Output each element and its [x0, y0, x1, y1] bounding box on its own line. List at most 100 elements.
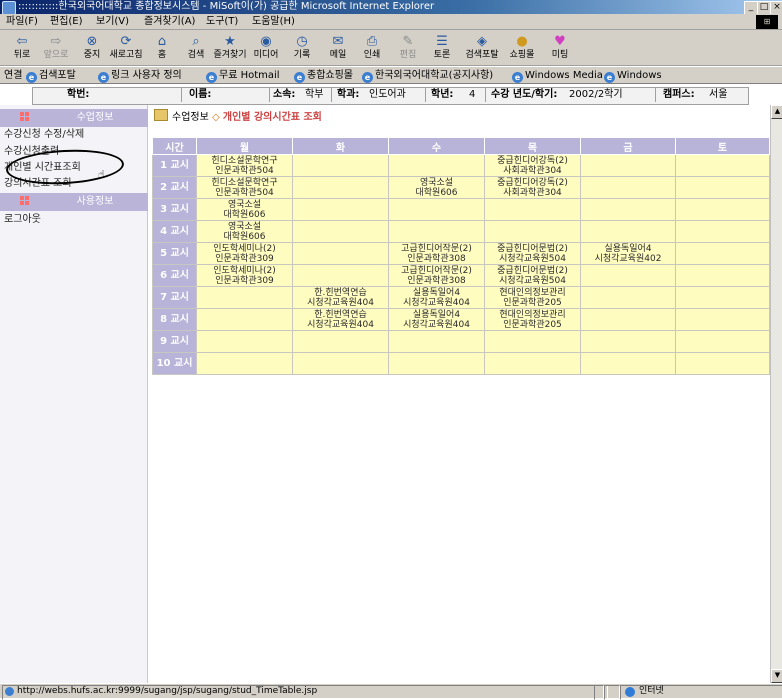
hand-cursor-icon: ☝ [98, 168, 105, 181]
shopping-button[interactable]: ● 쇼핑몰 [506, 32, 538, 64]
favorites-button[interactable]: ★ 즐겨찾기 [213, 32, 246, 64]
term-value: 2002/2학기 [569, 89, 623, 100]
menu-file[interactable]: 파일(F) [6, 14, 38, 30]
ie-page-icon [5, 687, 14, 696]
period-cell: 4 교시 [152, 220, 197, 243]
class-cell: 실용독일어4 시청각교육원404 [388, 308, 485, 331]
link-item[interactable]: e Windows [604, 67, 662, 84]
globe-icon [625, 687, 635, 697]
shopping-icon: ● [516, 34, 528, 49]
grade-value: 4 [469, 89, 476, 100]
header-cell: 토 [675, 137, 770, 155]
link-item[interactable]: e 링크 사용자 정의 [98, 67, 182, 84]
history-button[interactable]: ◷ 기록 [286, 32, 318, 64]
scroll-down-button[interactable]: ▼ [771, 669, 782, 683]
period-cell: 7 교시 [152, 286, 197, 309]
menu-tools[interactable]: 도구(T) [206, 14, 238, 30]
folder-icon [154, 109, 168, 121]
class-cell [292, 264, 389, 287]
ie-page-icon: e [206, 72, 217, 83]
class-cell [580, 198, 676, 221]
link-item[interactable]: e 무료 Hotmail [206, 67, 280, 84]
table-row: 4 교시 영국소설 대학원606 [152, 220, 770, 243]
period-cell: 2 교시 [152, 176, 197, 199]
class-cell [292, 330, 389, 353]
period-cell: 9 교시 [152, 330, 197, 353]
class-cell: 영국소설 대학원606 [196, 198, 293, 221]
class-cell [292, 352, 389, 375]
class-cell [388, 154, 485, 177]
class-cell [675, 352, 770, 375]
print-button[interactable]: ⎙ 인쇄 [356, 32, 388, 64]
menu-view[interactable]: 보기(V) [96, 14, 129, 30]
nav-section-user-info: 사용정보 [0, 193, 148, 211]
class-cell: 고급힌디어작문(2) 인문과학관308 [388, 242, 485, 265]
table-row: 5 교시 인도학세미나(2) 인문과학관309 고급힌디어작문(2) 인문과학관30… [152, 242, 770, 265]
discuss-icon: ☰ [436, 34, 448, 49]
grid-icon [20, 196, 30, 206]
menu-favorites[interactable]: 즐겨찾기(A) [144, 14, 195, 30]
class-cell: 현대인의정보관리 인문과학관205 [484, 286, 581, 309]
class-cell [292, 176, 389, 199]
name-label: 이름: [189, 89, 212, 100]
class-cell: 한.힌번역연습 시청각교육원404 [292, 308, 389, 331]
maximize-button[interactable]: □ [757, 1, 771, 15]
link-item[interactable]: e 종합쇼핑몰 [294, 67, 353, 84]
class-cell: 고급힌디어작문(2) 인문과학관308 [388, 264, 485, 287]
vertical-scrollbar[interactable]: ▲ ▼ [770, 105, 782, 683]
breadcrumb: 수업정보 ◇ 개인별 강의시간표 조회 [154, 109, 322, 125]
class-cell: 실용독일어4 시청각교육원404 [388, 286, 485, 309]
dept-label: 학과: [337, 89, 360, 100]
menu-edit[interactable]: 편집(E) [50, 14, 83, 30]
class-cell [675, 198, 770, 221]
discuss-button[interactable]: ☰ 토론 [426, 32, 458, 64]
class-cell: 실용독일어4 시청각교육원402 [580, 242, 676, 265]
meeting-button[interactable]: ♥ 미팅 [544, 32, 576, 64]
breadcrumb-separator: ◇ [212, 112, 220, 123]
class-cell: 인도학세미나(2) 인문과학관309 [196, 264, 293, 287]
period-cell: 6 교시 [152, 264, 197, 287]
table-row: 6 교시 인도학세미나(2) 인문과학관309 고급힌디어작문(2) 인문과학관30… [152, 264, 770, 287]
timetable: 시간 월 화 수 목 금 토 1 교시 힌디소설문학연구 인문과학관504 중급힌디… [152, 137, 770, 375]
close-button[interactable]: × [770, 1, 782, 15]
ie-page-icon: e [26, 72, 37, 83]
class-cell [388, 220, 485, 243]
minimize-button[interactable]: _ [744, 1, 758, 15]
class-cell: 힌디소설문학연구 인문과학관504 [196, 176, 293, 199]
media-button[interactable]: ◉ 미디어 [250, 32, 282, 64]
class-cell: 중급힌디어문법(2) 시청각교육원504 [484, 242, 581, 265]
class-cell [484, 220, 581, 243]
ie-page-icon: e [98, 72, 109, 83]
header-cell: 월 [196, 137, 293, 155]
nav-item-logout[interactable]: 로그아웃 [4, 212, 41, 228]
search-portal-button[interactable]: ◈ 검색포탈 [465, 32, 498, 64]
scroll-up-button[interactable]: ▲ [771, 105, 782, 119]
status-bar: http://webs.hufs.ac.kr:9999/sugang/jsp/s… [0, 683, 782, 700]
period-cell: 5 교시 [152, 242, 197, 265]
link-item[interactable]: e Windows Media [512, 67, 603, 84]
search-icon: ⌕ [192, 34, 200, 49]
refresh-button[interactable]: ⟳ 새로고침 [109, 32, 142, 64]
media-icon: ◉ [260, 34, 272, 49]
link-item[interactable]: e 검색포탈 [26, 67, 76, 84]
class-cell [292, 220, 389, 243]
period-cell: 10 교시 [152, 352, 197, 375]
class-cell [580, 286, 676, 309]
class-cell [292, 154, 389, 177]
class-cell: 힌디소설문학연구 인문과학관504 [196, 154, 293, 177]
window-title-bar[interactable]: ::::::::::::한국외국어대학교 종합정보시스템 - MiSoft이(가… [0, 0, 782, 15]
class-cell [675, 286, 770, 309]
link-item[interactable]: e 한국외국어대학교(공지사항) [362, 67, 493, 84]
class-cell [292, 198, 389, 221]
stop-icon: ⊗ [86, 34, 98, 49]
table-row: 7 교시 한.힌번역연습 시청각교육원404 실용독일어4 시청각교육원404 현대인… [152, 286, 770, 309]
nav-item-modify-registration[interactable]: 수강신청 수정/삭제 [4, 127, 84, 143]
menu-help[interactable]: 도움말(H) [252, 14, 295, 30]
header-cell: 시간 [152, 137, 197, 155]
favorites-icon: ★ [224, 34, 236, 49]
class-cell: 중급힌디어강독(2) 사회과학관304 [484, 176, 581, 199]
breadcrumb-parent: 수업정보 [172, 112, 209, 123]
class-cell [675, 264, 770, 287]
class-cell: 영국소설 대학원606 [388, 176, 485, 199]
forward-button[interactable]: ⇨ 앞으로 [40, 32, 72, 64]
